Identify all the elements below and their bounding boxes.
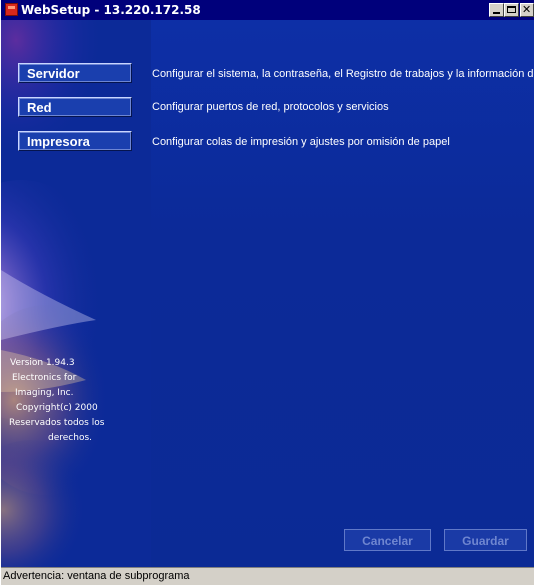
servidor-button[interactable]: Servidor — [18, 63, 132, 83]
websetup-window: WebSetup - 13.220.172.58 ✕ Servidor Conf… — [1, 0, 534, 585]
red-description: Configurar puertos de red, protocolos y … — [152, 101, 389, 113]
rights-line: derechos. — [48, 433, 92, 443]
window-title: WebSetup - 13.220.172.58 — [21, 3, 201, 17]
version-line: Version 1.94.3 — [10, 358, 75, 368]
servidor-description: Configurar el sistema, la contraseña, el… — [152, 68, 534, 80]
impresora-button[interactable]: Impresora — [18, 131, 132, 151]
cancel-button[interactable]: Cancelar — [344, 529, 431, 551]
copyright-line: Copyright(c) 2000 — [16, 403, 98, 413]
impresora-description: Configurar colas de impresión y ajustes … — [152, 136, 450, 148]
company-line: Electronics for — [12, 373, 77, 383]
main-panel: Servidor Configurar el sistema, la contr… — [1, 20, 534, 567]
minimize-button[interactable] — [489, 3, 504, 17]
app-icon[interactable] — [5, 3, 18, 16]
rights-line: Reservados todos los — [9, 418, 105, 428]
status-bar: Advertencia: ventana de subprograma — [1, 567, 534, 585]
close-button[interactable] — [520, 3, 534, 17]
maximize-button[interactable] — [504, 3, 519, 17]
save-button[interactable]: Guardar — [444, 529, 527, 551]
company-line: Imaging, Inc. — [15, 388, 74, 398]
title-bar[interactable]: WebSetup - 13.220.172.58 — [1, 0, 534, 20]
version-info: Version 1.94.3 Electronics for Imaging, … — [1, 356, 151, 446]
red-button[interactable]: Red — [18, 97, 132, 117]
